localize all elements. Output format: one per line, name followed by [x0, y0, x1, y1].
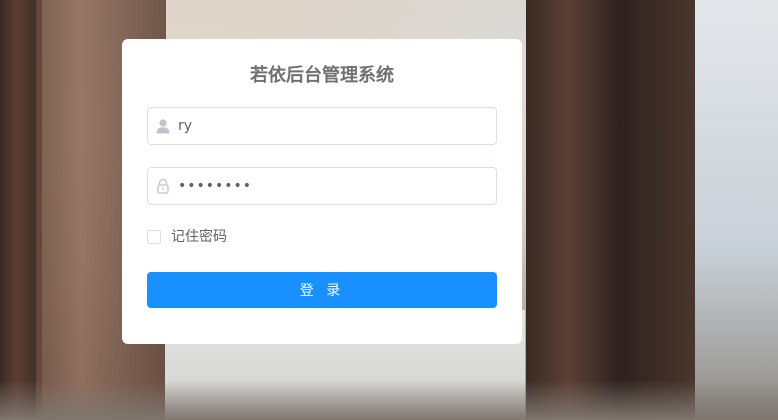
login-title: 若依后台管理系统	[250, 65, 394, 86]
remember-me[interactable]: 记住密码	[147, 229, 497, 245]
remember-label[interactable]: 记住密码	[171, 229, 227, 245]
background-floor	[0, 380, 778, 420]
username-input[interactable]	[178, 108, 490, 144]
remember-checkbox[interactable]	[147, 230, 161, 244]
user-icon	[155, 118, 171, 134]
login-button[interactable]: 登 录	[147, 272, 497, 308]
background-frame-right	[526, 0, 696, 420]
password-input[interactable]	[178, 168, 490, 204]
background-wall-right	[695, 0, 778, 420]
lock-icon	[155, 178, 171, 194]
username-field[interactable]	[147, 107, 497, 145]
login-form: 若依后台管理系统 记住密码 登 录	[122, 39, 522, 344]
password-field[interactable]	[147, 167, 497, 205]
